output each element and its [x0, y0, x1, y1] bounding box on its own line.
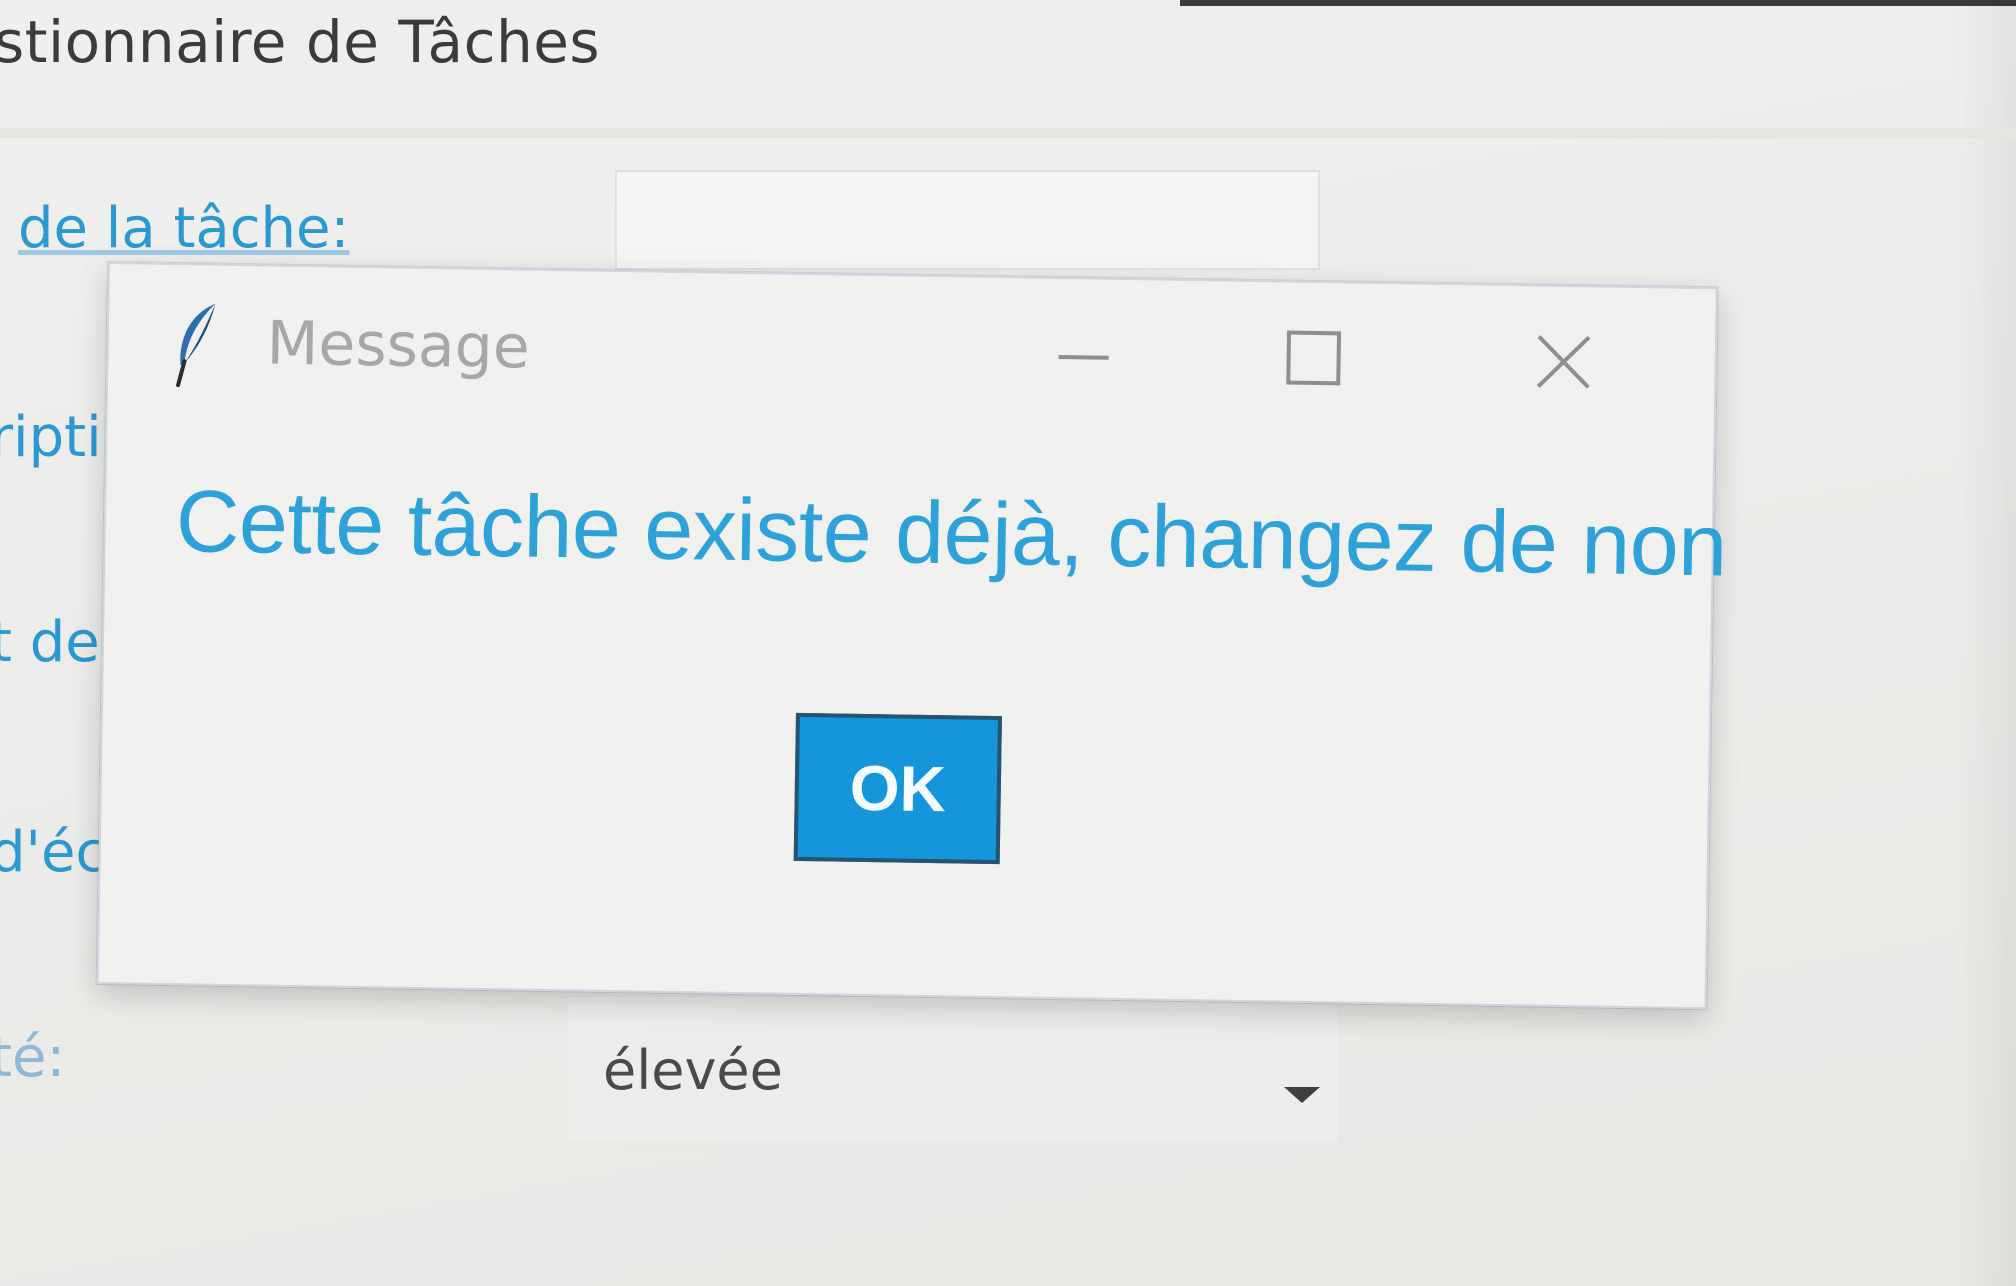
- screen-bezel-edge: [1180, 0, 2016, 6]
- titlebar-separator: [0, 128, 2016, 138]
- close-icon: [1536, 335, 1591, 389]
- dialog-titlebar[interactable]: Message: [108, 264, 1716, 439]
- task-name-label: de la tâche:: [18, 196, 350, 261]
- description-label: ripti: [0, 405, 102, 470]
- task-name-input[interactable]: [615, 170, 1320, 270]
- due-date-label: d'éc: [0, 820, 107, 885]
- maximize-icon: [1286, 330, 1342, 386]
- dialog-message: Cette tâche existe déjà, changez de non: [175, 471, 1728, 595]
- screen-vignette: [1956, 0, 2016, 1286]
- close-button[interactable]: [1508, 316, 1619, 408]
- dialog-title: Message: [266, 308, 531, 383]
- message-dialog: Message Cette tâche existe déjà, changez…: [96, 262, 1727, 1010]
- minimize-icon: [1058, 354, 1109, 360]
- priority-select[interactable]: élevée: [565, 995, 1340, 1145]
- priority-label: té:: [0, 1025, 66, 1090]
- priority-selected-value: élevée: [603, 1039, 783, 1102]
- ok-button[interactable]: OK: [793, 712, 1002, 865]
- maximize-button[interactable]: [1258, 312, 1369, 404]
- dropdown-arrow-icon[interactable]: [1284, 1087, 1320, 1103]
- start-date-label: t de: [0, 610, 100, 675]
- minimize-button[interactable]: [1028, 308, 1139, 400]
- feather-icon: [176, 303, 216, 388]
- app-window-title: stionnaire de Tâches: [0, 8, 601, 76]
